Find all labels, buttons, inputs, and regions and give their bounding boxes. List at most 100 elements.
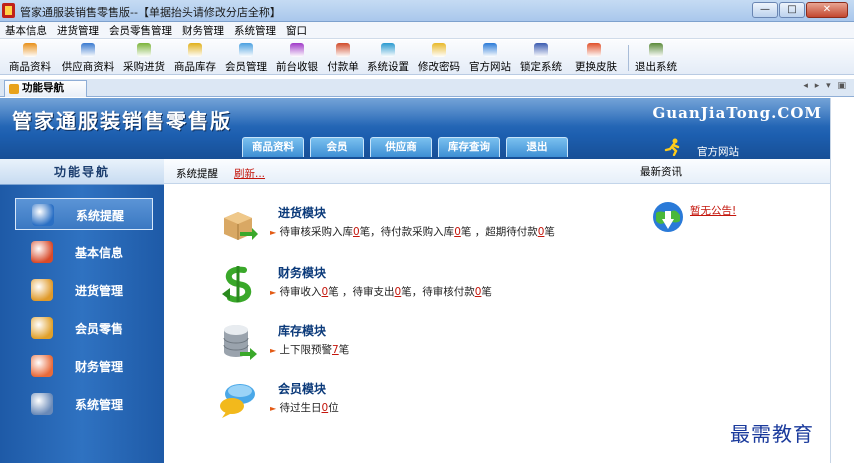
module-status: ► 待过生日0位: [270, 402, 339, 414]
toolbar-label: 付款单: [327, 61, 359, 73]
toolbar-label: 锁定系统: [520, 61, 562, 73]
member-icon: [239, 43, 253, 57]
module-title: 库存模块: [278, 324, 327, 338]
tab-scroll-arrows-icon[interactable]: ◂ ▸ ▾ ▣: [803, 81, 848, 91]
toolbar-label: 供应商资料: [61, 61, 115, 73]
toolbar-inventory-button[interactable]: 商品库存: [171, 42, 219, 73]
maximize-button[interactable]: □: [779, 2, 805, 18]
menu-finance[interactable]: 财务管理: [177, 23, 229, 38]
status-text: 上下限预警: [279, 344, 333, 356]
module-finance: 财务模块 ► 待审收入0笔 ，待审支出0笔，待审核付款0笔: [218, 264, 638, 312]
finance-icon: [31, 355, 53, 377]
toolbar-cashier-button[interactable]: 前台收银: [273, 42, 321, 73]
member-module-icon: [220, 384, 255, 418]
toolbar: 商品资料 供应商资料 采购进货 商品库存 会员管理 前台收银 付款单 系统设置 …: [0, 40, 854, 75]
toolbar-settings-button[interactable]: 系统设置: [364, 42, 412, 73]
banner-tab-products[interactable]: 商品资料: [242, 137, 304, 157]
cubes-icon: [31, 241, 53, 263]
app-logo-icon: [2, 3, 15, 18]
refresh-link[interactable]: 刷新...: [234, 166, 265, 181]
status-text: 笔: [481, 286, 492, 298]
banner-tab-supplier[interactable]: 供应商: [370, 137, 432, 157]
member-retail-icon: [31, 317, 53, 339]
skin-icon: [587, 43, 601, 57]
banner-tab-member[interactable]: 会员: [310, 137, 364, 157]
close-button[interactable]: ✕: [806, 2, 848, 18]
info-icon: [32, 204, 54, 226]
toolbar-label: 官方网站: [469, 61, 511, 73]
module-member: 会员模块 ► 待过生日0位: [218, 380, 638, 428]
banner-tabs: 商品资料 会员 供应商 库存查询 退出: [242, 137, 568, 157]
lock-icon: [534, 43, 548, 57]
cashier-icon: [290, 43, 304, 57]
menu-window[interactable]: 窗口: [281, 23, 312, 38]
inventory-icon: [188, 43, 202, 57]
module-inventory: 库存模块 ► 上下限预警7笔: [218, 322, 638, 370]
menu-member-retail[interactable]: 会员零售管理: [104, 23, 177, 38]
module-title: 进货模块: [278, 206, 327, 220]
brand-title: 管家通服装销售零售版: [12, 109, 232, 133]
sidebar-item-label: 系统管理: [75, 398, 124, 412]
inventory-module-icon: [223, 325, 257, 360]
banner: 管家通服装销售零售版 GuanJiaTong.COM 商品资料 会员 供应商 库…: [0, 98, 830, 159]
toolbar-separator: [628, 45, 629, 71]
toolbar-label: 采购进货: [123, 61, 165, 73]
module-title: 会员模块: [278, 382, 327, 396]
toolbar-lock-button[interactable]: 锁定系统: [517, 42, 565, 73]
menu-basic-info[interactable]: 基本信息: [0, 23, 52, 38]
right-gutter: [830, 98, 854, 463]
toolbar-label: 退出系统: [635, 61, 677, 73]
banner-tab-exit[interactable]: 退出: [506, 137, 568, 157]
status-count[interactable]: 0: [353, 226, 360, 238]
sidebar-item-label: 会员零售: [75, 322, 124, 336]
sidebar-item-member-retail[interactable]: 会员零售: [15, 312, 153, 344]
app-window: 管家通服装销售零售版--【单据抬头请修改分店全称】 — □ ✕ 基本信息 进货管…: [0, 0, 854, 463]
sidebar-item-system[interactable]: 系统管理: [15, 388, 153, 420]
minimize-button[interactable]: —: [752, 2, 778, 18]
toolbar-exit-button[interactable]: 退出系统: [632, 42, 680, 73]
toolbar-product-button[interactable]: 商品资料: [6, 42, 54, 73]
sidebar-item-label: 财务管理: [75, 360, 124, 374]
status-text: 笔 ，超期待付款: [460, 226, 538, 238]
sidebar-item-purchase[interactable]: 进货管理: [15, 274, 153, 306]
toolbar-label: 修改密码: [418, 61, 460, 73]
toolbar-password-button[interactable]: 修改密码: [415, 42, 463, 73]
star-icon: [9, 84, 19, 94]
menu-bar: 基本信息 进货管理 会员零售管理 财务管理 系统管理 窗口: [0, 22, 854, 39]
product-icon: [23, 43, 37, 57]
status-text: 待审收入: [279, 286, 322, 298]
window-title: 管家通服装销售零售版--【单据抬头请修改分店全称】: [20, 6, 281, 19]
menu-purchase[interactable]: 进货管理: [52, 23, 104, 38]
toolbar-payment-button[interactable]: 付款单: [324, 42, 362, 73]
notice-link[interactable]: 暂无公告!: [690, 203, 736, 218]
module-title: 财务模块: [278, 266, 327, 280]
website-icon: [483, 43, 497, 57]
toolbar-label: 商品资料: [9, 61, 51, 73]
settings-icon: [381, 43, 395, 57]
main-header: 系统提醒 刷新... 最新资讯: [164, 159, 830, 184]
toolbar-label: 系统设置: [367, 61, 409, 73]
sidebar-item-label: 系统提醒: [76, 209, 125, 223]
password-icon: [432, 43, 446, 57]
toolbar-supplier-button[interactable]: 供应商资料: [58, 42, 118, 73]
toolbar-skin-button[interactable]: 更换皮肤: [568, 42, 624, 73]
supplier-icon: [81, 43, 95, 57]
sidebar-item-system-reminder[interactable]: 系统提醒: [15, 198, 153, 230]
finance-module-icon: [222, 266, 252, 303]
sidebar-item-basic-info[interactable]: 基本信息: [15, 236, 153, 268]
status-text: 待过生日: [279, 402, 322, 414]
status-text: 笔，待付款采购入库: [359, 226, 455, 238]
status-count[interactable]: 0: [454, 226, 461, 238]
status-text: 待审核采购入库: [279, 226, 354, 238]
official-site-label: 官方网站: [697, 146, 739, 158]
status-count[interactable]: 7: [332, 344, 339, 356]
toolbar-member-button[interactable]: 会员管理: [222, 42, 270, 73]
toolbar-website-button[interactable]: 官方网站: [466, 42, 514, 73]
sidebar-item-finance[interactable]: 财务管理: [15, 350, 153, 382]
banner-tab-inventory[interactable]: 库存查询: [438, 137, 500, 157]
toolbar-purchase-button[interactable]: 采购进货: [120, 42, 168, 73]
menu-system[interactable]: 系统管理: [229, 23, 281, 38]
tab-function-nav[interactable]: 功能导航: [4, 80, 87, 97]
window-controls: — □ ✕: [752, 2, 848, 18]
news-label: 最新资讯: [640, 166, 682, 178]
